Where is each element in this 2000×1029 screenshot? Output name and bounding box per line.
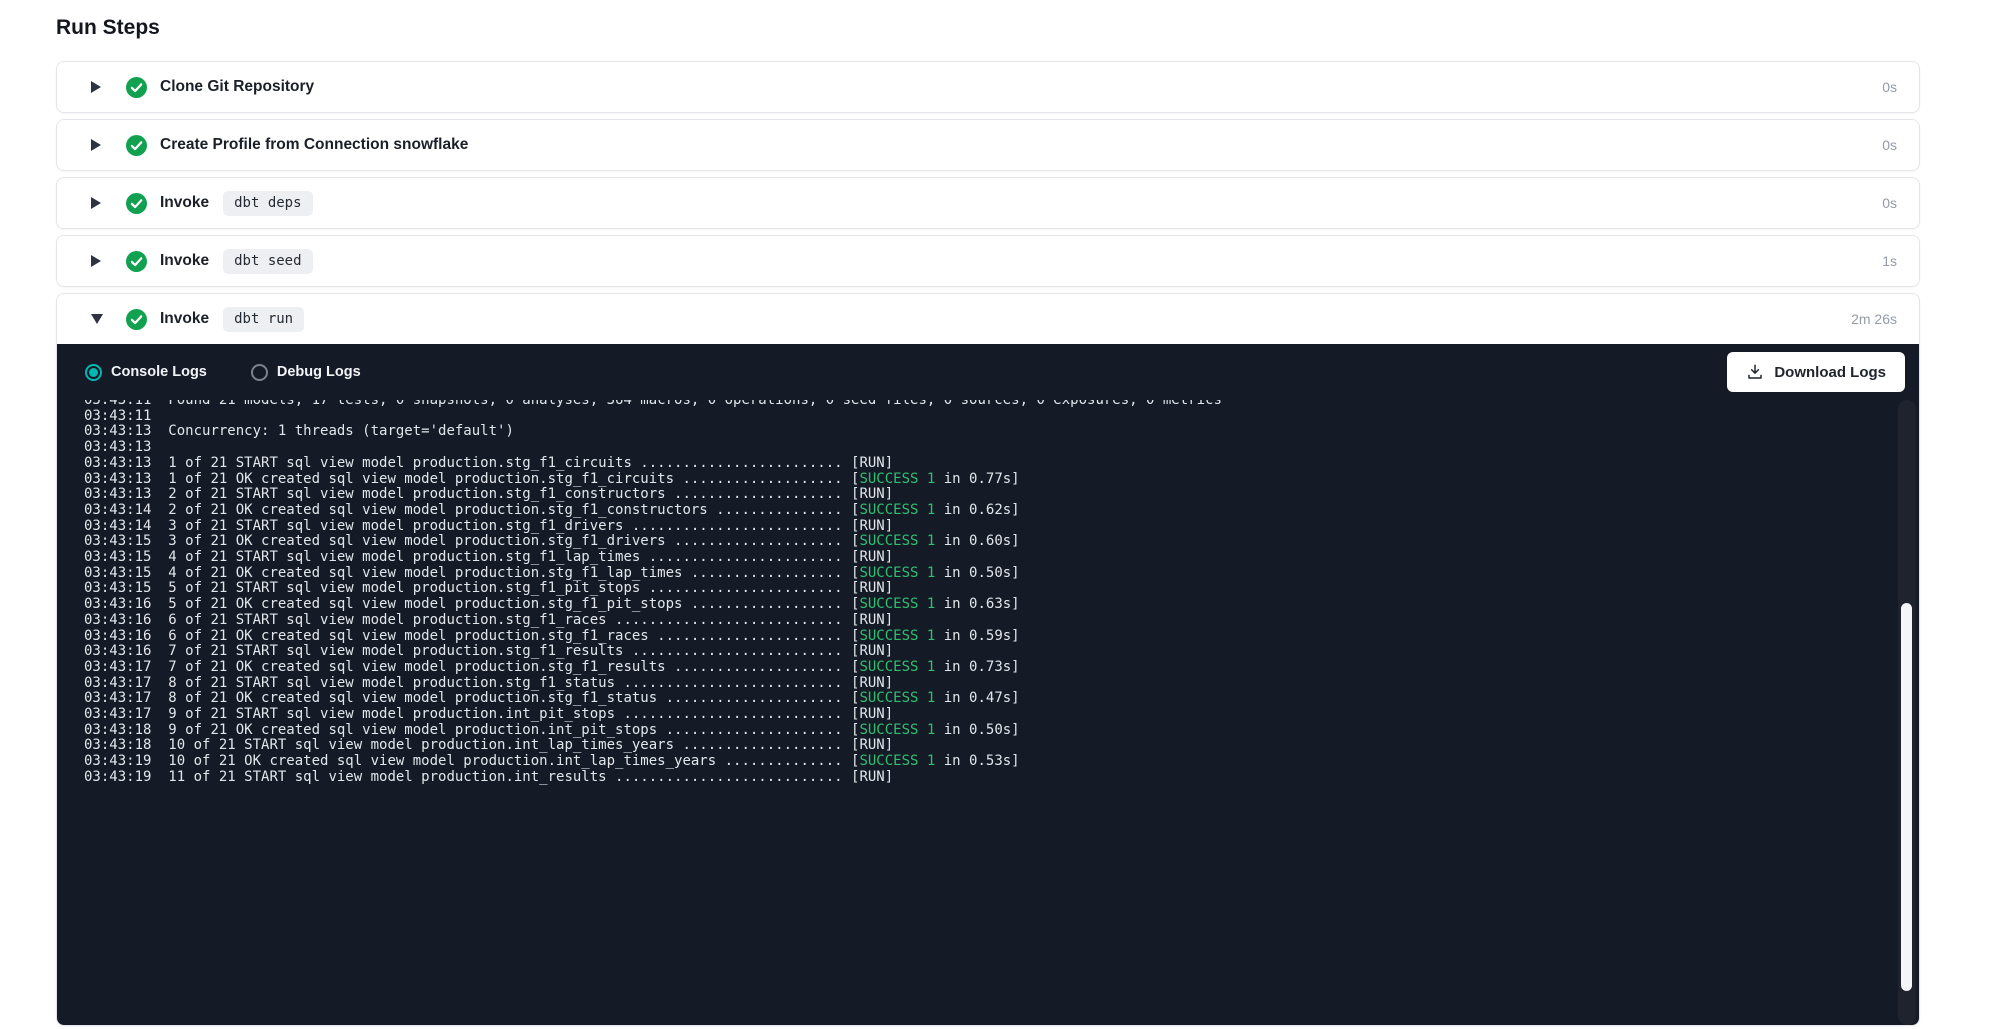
log-line: 03:43:15 4 of 21 OK created sql view mod… [84, 566, 1919, 582]
log-line: 03:43:13 1 of 21 OK created sql view mod… [84, 472, 1919, 488]
run-step-header[interactable]: Invoke dbt deps 0s [57, 178, 1919, 228]
run-step-card: Invoke dbt run 2m 26s Console Logs Debug … [56, 293, 1920, 1026]
check-circle-icon [126, 135, 147, 156]
toggle-caret-icon[interactable] [91, 255, 101, 267]
run-step-card: Clone Git Repository 0s [56, 61, 1920, 113]
log-success-text: SUCCESS 1 [859, 722, 935, 738]
log-line: 03:43:17 8 of 21 START sql view model pr… [84, 676, 1919, 692]
log-viewport[interactable]: 03:43:11 Found 21 models, 17 tests, 0 sn… [57, 400, 1919, 1025]
check-circle-icon [126, 193, 147, 214]
log-line: 03:43:16 5 of 21 OK created sql view mod… [84, 597, 1919, 613]
run-steps-page: Run Steps Clone Git Repository 0s [0, 0, 2000, 1026]
check-circle-icon [126, 309, 147, 330]
radio-icon [85, 364, 102, 381]
console-toolbar: Console Logs Debug Logs Download Logs [57, 344, 1919, 400]
download-icon [1746, 363, 1764, 381]
log-line: 03:43:19 11 of 21 START sql view model p… [84, 770, 1919, 786]
status-success-icon [126, 309, 147, 330]
check-circle-icon [126, 251, 147, 272]
run-step-header[interactable]: Invoke dbt run 2m 26s [57, 294, 1919, 344]
download-logs-label: Download Logs [1774, 364, 1886, 381]
log-line: 03:43:17 8 of 21 OK created sql view mod… [84, 691, 1919, 707]
log-lines: 03:43:11 Found 21 models, 17 tests, 0 sn… [84, 400, 1919, 786]
step-label: Create Profile from Connection snowflake [160, 136, 468, 154]
log-success-text: SUCCESS 1 [859, 596, 935, 612]
log-line: 03:43:14 3 of 21 START sql view model pr… [84, 519, 1919, 535]
log-success-text: SUCCESS 1 [859, 533, 935, 549]
log-line: 03:43:13 Concurrency: 1 threads (target=… [84, 424, 1919, 440]
page-title: Run Steps [56, 14, 2000, 42]
log-line: 03:43:18 9 of 21 OK created sql view mod… [84, 723, 1919, 739]
log-success-text: SUCCESS 1 [859, 753, 935, 769]
log-success-text: SUCCESS 1 [859, 659, 935, 675]
run-step-card: Invoke dbt seed 1s [56, 235, 1920, 287]
check-circle-icon [126, 77, 147, 98]
log-line: 03:43:13 [84, 440, 1919, 456]
run-step-header[interactable]: Invoke dbt seed 1s [57, 236, 1919, 286]
log-line: 03:43:15 5 of 21 START sql view model pr… [84, 581, 1919, 597]
tab-debug-logs[interactable]: Debug Logs [251, 364, 361, 381]
step-duration: 0s [1882, 195, 1897, 211]
log-line: 03:43:16 6 of 21 OK created sql view mod… [84, 629, 1919, 645]
toggle-caret-icon[interactable] [91, 139, 101, 151]
console-panel: Console Logs Debug Logs Download Logs 03:… [57, 344, 1919, 1025]
status-success-icon [126, 251, 147, 272]
toggle-caret-icon[interactable] [91, 197, 101, 209]
log-line: 03:43:15 4 of 21 START sql view model pr… [84, 550, 1919, 566]
log-success-text: SUCCESS 1 [859, 471, 935, 487]
run-step-card: Invoke dbt deps 0s [56, 177, 1920, 229]
log-line: 03:43:17 7 of 21 OK created sql view mod… [84, 660, 1919, 676]
run-step-header[interactable]: Clone Git Repository 0s [57, 62, 1919, 112]
toggle-caret-icon[interactable] [91, 81, 101, 93]
status-success-icon [126, 135, 147, 156]
step-duration: 2m 26s [1851, 311, 1897, 327]
tab-console-logs[interactable]: Console Logs [85, 364, 207, 381]
steps-list: Clone Git Repository 0s Create Profile f… [56, 61, 2000, 1026]
step-label: Clone Git Repository [160, 78, 314, 96]
run-step-card: Create Profile from Connection snowflake… [56, 119, 1920, 171]
step-label: Invoke [160, 194, 209, 212]
log-line: 03:43:16 6 of 21 START sql view model pr… [84, 613, 1919, 629]
log-success-text: SUCCESS 1 [859, 628, 935, 644]
step-command-badge: dbt seed [223, 249, 312, 274]
log-scrollbar-thumb[interactable] [1901, 603, 1912, 991]
log-line: 03:43:17 9 of 21 START sql view model pr… [84, 707, 1919, 723]
log-line: 03:43:14 2 of 21 OK created sql view mod… [84, 503, 1919, 519]
log-line: 03:43:11 Found 21 models, 17 tests, 0 sn… [84, 400, 1919, 409]
log-line: 03:43:18 10 of 21 START sql view model p… [84, 738, 1919, 754]
log-success-text: SUCCESS 1 [859, 565, 935, 581]
status-success-icon [126, 77, 147, 98]
tab-label: Console Logs [111, 364, 207, 380]
log-success-text: SUCCESS 1 [859, 690, 935, 706]
log-line: 03:43:11 [84, 409, 1919, 425]
step-label: Invoke [160, 252, 209, 270]
run-step-header[interactable]: Create Profile from Connection snowflake… [57, 120, 1919, 170]
tab-label: Debug Logs [277, 364, 361, 380]
toggle-caret-icon[interactable] [91, 314, 103, 324]
step-command-badge: dbt run [223, 307, 304, 332]
log-line: 03:43:13 2 of 21 START sql view model pr… [84, 487, 1919, 503]
download-logs-button[interactable]: Download Logs [1727, 352, 1905, 392]
step-label: Invoke [160, 310, 209, 328]
log-line: 03:43:15 3 of 21 OK created sql view mod… [84, 534, 1919, 550]
step-duration: 1s [1882, 253, 1897, 269]
step-command-badge: dbt deps [223, 191, 312, 216]
step-duration: 0s [1882, 137, 1897, 153]
log-type-tabs: Console Logs Debug Logs [85, 364, 405, 381]
log-line: 03:43:16 7 of 21 START sql view model pr… [84, 644, 1919, 660]
log-line: 03:43:13 1 of 21 START sql view model pr… [84, 456, 1919, 472]
step-duration: 0s [1882, 79, 1897, 95]
status-success-icon [126, 193, 147, 214]
log-line: 03:43:19 10 of 21 OK created sql view mo… [84, 754, 1919, 770]
radio-icon [251, 364, 268, 381]
log-success-text: SUCCESS 1 [859, 502, 935, 518]
